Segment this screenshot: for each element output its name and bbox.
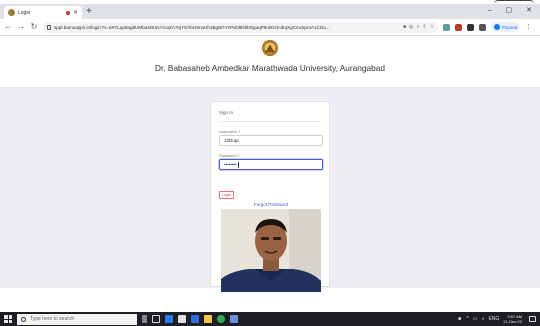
edge-browser-icon[interactable] — [165, 315, 173, 323]
password-input[interactable]: •••••••• — [219, 159, 323, 170]
text-caret — [237, 161, 239, 168]
password-value: •••••••• — [224, 162, 237, 167]
webcam-preview — [221, 209, 321, 292]
required-mark: * — [238, 129, 241, 134]
profile-button[interactable]: Paused — [491, 22, 521, 32]
required-mark: * — [237, 153, 240, 158]
windows-taskbar: Type here to search ☻ ^ ▭ ◖ ENG 9:57 AM … — [0, 312, 540, 326]
forward-arrow-icon[interactable]: → — [17, 23, 25, 31]
sign-in-title: Sign In — [219, 110, 234, 115]
avatar — [494, 24, 500, 30]
store-icon[interactable] — [178, 315, 186, 323]
address-bar[interactable]: sppl.bamuapps.in/login?n=nR7Lqp9ag8UMbas… — [43, 21, 438, 33]
webcam-person-image — [221, 209, 321, 292]
extensions-puzzle-icon[interactable] — [467, 23, 474, 31]
university-logo-icon — [261, 39, 279, 57]
site-favicon-icon — [8, 9, 15, 16]
microphone-icon[interactable] — [142, 315, 147, 323]
system-tray: ☻ ^ ▭ ◖ ENG 9:57 AM 21-Dec-22 — [457, 314, 536, 324]
maximize-button[interactable]: ▢ — [506, 6, 513, 16]
zoom-icon[interactable]: ⌕ — [417, 24, 420, 30]
bookmark-star-icon[interactable]: ☆ — [430, 24, 434, 30]
network-icon[interactable]: ▭ — [473, 316, 478, 322]
notification-icon[interactable] — [529, 316, 536, 322]
input-language[interactable]: ENG — [488, 316, 499, 322]
translate-icon[interactable]: ◎ — [409, 24, 413, 30]
new-tab-button[interactable]: + — [86, 6, 92, 17]
username-value: 10Dupc — [224, 138, 240, 143]
taskbar-search-box[interactable]: Type here to search — [17, 313, 137, 325]
forgot-password-link[interactable]: Forgot Password — [211, 202, 331, 207]
address-url[interactable]: sppl.bamuapps.in/login?n=nR7Lqp9ag8UMbas… — [54, 25, 400, 30]
username-label-text: Username — [219, 129, 238, 134]
clock-date: 21-Dec-22 — [503, 319, 522, 324]
sidepanel-icon[interactable] — [479, 23, 486, 31]
file-explorer-icon[interactable] — [204, 315, 212, 323]
taskbar-search-placeholder: Type here to search — [30, 316, 75, 322]
divider — [219, 121, 321, 122]
browser-toolbar: ← → ↻ sppl.bamuapps.in/login?n=nR7Lqp9ag… — [0, 19, 540, 36]
university-name: Dr. Babasaheb Ambedkar Marathwada Univer… — [155, 63, 385, 73]
search-icon — [21, 316, 26, 322]
windows-start-icon[interactable] — [4, 315, 12, 323]
chevron-up-icon[interactable]: ^ — [466, 316, 468, 322]
browser-tab[interactable]: Login ✕ — [4, 6, 82, 19]
task-view-icon[interactable] — [152, 315, 160, 323]
password-label-text: Password — [219, 153, 237, 158]
reload-icon[interactable]: ↻ — [30, 23, 38, 31]
person-icon[interactable]: ☻ — [457, 316, 462, 322]
lock-icon — [47, 24, 51, 30]
back-arrow-icon[interactable]: ← — [4, 23, 12, 31]
photos-icon[interactable] — [230, 315, 238, 323]
page-header: Dr. Babasaheb Ambedkar Marathwada Univer… — [0, 36, 540, 88]
taskbar-clock[interactable]: 9:57 AM 21-Dec-22 — [503, 314, 522, 324]
page-body: Sign In Username * 10Dupc Password * •••… — [0, 88, 540, 292]
kebab-menu-icon[interactable]: ⋮ — [525, 23, 532, 31]
login-card: Sign In Username * 10Dupc Password * •••… — [210, 101, 331, 292]
browser-tab-bar: Login ✕ + – ▢ ✕ — [0, 4, 540, 19]
tab-title: Login — [18, 9, 31, 16]
minimize-button[interactable]: – — [488, 6, 492, 16]
username-label: Username * — [219, 129, 240, 134]
camera-permission-icon[interactable]: ■ — [403, 24, 406, 30]
password-label: Password * — [219, 153, 239, 158]
mail-icon[interactable] — [191, 315, 199, 323]
extension-icon[interactable] — [455, 23, 462, 31]
close-window-button[interactable]: ✕ — [526, 6, 532, 16]
share-icon[interactable]: ⇪ — [422, 24, 426, 30]
username-input[interactable]: 10Dupc — [219, 135, 323, 146]
close-tab-icon[interactable]: ✕ — [73, 10, 78, 16]
volume-icon[interactable]: ◖ — [481, 316, 484, 322]
login-button[interactable]: Login — [219, 191, 234, 199]
extension-icon[interactable] — [443, 23, 450, 31]
recording-dot-icon — [65, 10, 70, 15]
window-controls: – ▢ ✕ — [488, 6, 532, 16]
chrome-icon[interactable] — [217, 315, 225, 323]
profile-status: Paused — [502, 24, 518, 30]
